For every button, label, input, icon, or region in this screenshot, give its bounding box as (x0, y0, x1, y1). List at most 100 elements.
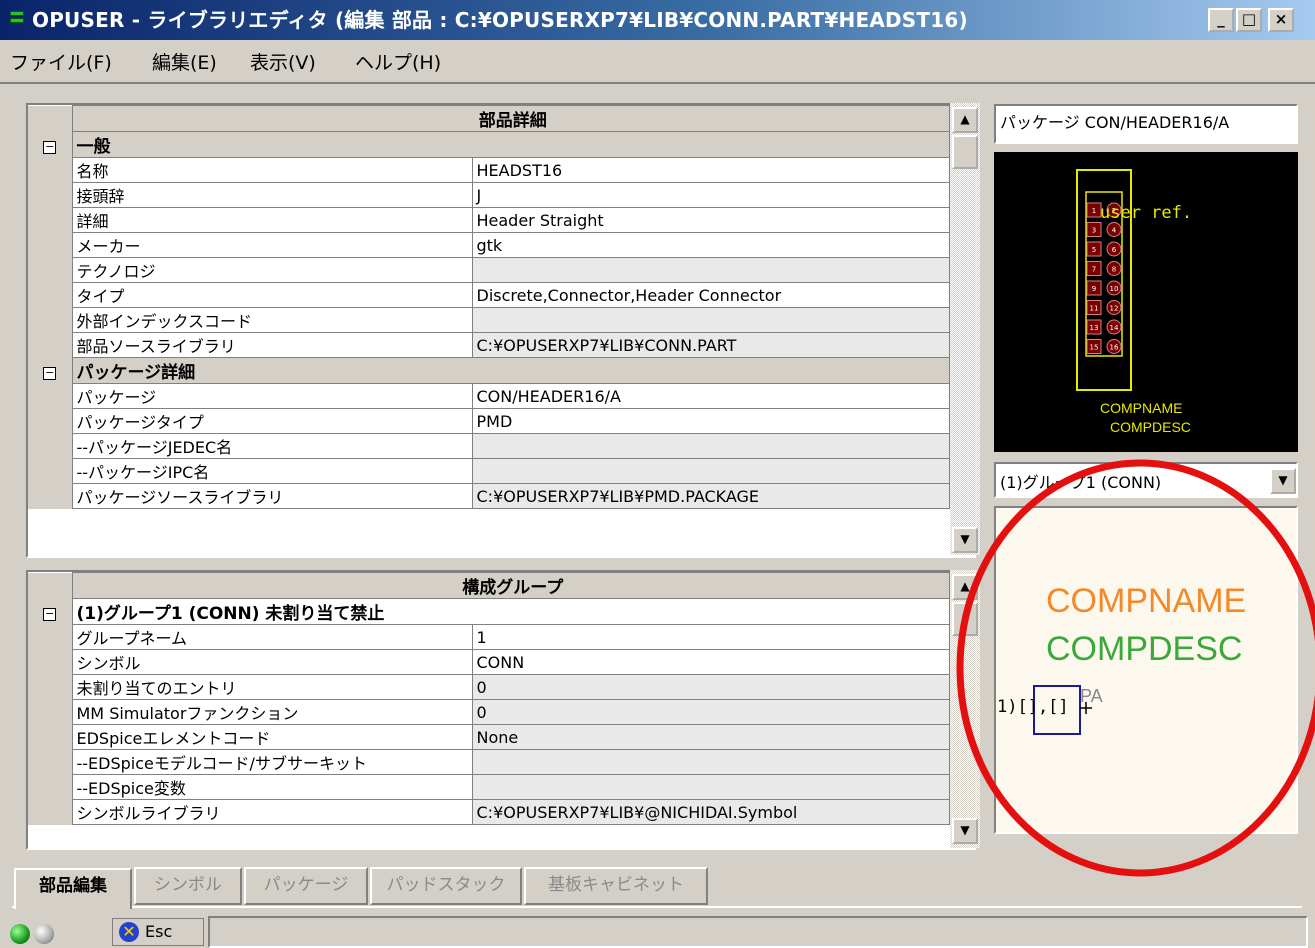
property-value[interactable]: CONN (471, 649, 950, 675)
property-value[interactable]: PMD (471, 408, 950, 434)
maximize-button[interactable]: □ (1236, 8, 1262, 32)
tab-package[interactable]: パッケージ (244, 867, 368, 905)
tab-symbol[interactable]: シンボル (134, 867, 242, 905)
collapse-general-icon[interactable]: − (43, 141, 57, 154)
property-row[interactable]: --パッケージIPC名 (28, 458, 950, 484)
menu-file[interactable]: ファイル(F) (10, 48, 112, 75)
footprint-compname: COMPNAME (1100, 400, 1182, 416)
property-name: 外部インデックスコード (71, 307, 473, 333)
property-row[interactable]: パッケージソースライブラリ C:¥OPUSERXP7¥LIB¥PMD.PACKAG… (28, 483, 950, 509)
menu-edit[interactable]: 編集(E) (152, 48, 217, 75)
property-row[interactable]: EDSpiceエレメントコード None (28, 724, 950, 750)
property-value[interactable] (471, 774, 950, 800)
property-value[interactable] (471, 433, 950, 459)
property-name: テクノロジ (71, 257, 473, 283)
property-row[interactable]: 部品ソースライブラリ C:¥OPUSERXP7¥LIB¥CONN.PART (28, 332, 950, 358)
pad-label: 13 (1090, 324, 1099, 332)
property-row[interactable]: メーカー gtk (28, 232, 950, 258)
property-row[interactable]: --EDSpiceモデルコード/サブサーキット (28, 749, 950, 775)
tab-padstack[interactable]: パッドスタック (370, 867, 522, 905)
property-value[interactable]: J (471, 182, 950, 208)
property-name: 詳細 (71, 207, 473, 233)
collapse-group-icon[interactable]: − (43, 608, 57, 621)
esc-label: Esc (145, 922, 173, 941)
scroll-thumb[interactable] (952, 135, 978, 169)
category-package: パッケージ詳細 (71, 357, 950, 384)
status-green-icon (10, 924, 30, 944)
property-name: MM Simulatorファンクション (71, 699, 473, 725)
property-row[interactable]: パッケージタイプ PMD (28, 408, 950, 434)
groups-grid: 構成グループ − (1)グループ1 (CONN) 未割り当て禁止 グループネーム… (28, 572, 950, 825)
menu-bar: ファイル(F) 編集(E) 表示(V) ヘルプ(H) (0, 40, 1315, 82)
property-value[interactable]: CON/HEADER16/A (471, 383, 950, 409)
pad-label: 9 (1092, 285, 1096, 293)
property-row[interactable]: パッケージ CON/HEADER16/A (28, 383, 950, 409)
group-row: (1)グループ1 (CONN) 未割り当て禁止 (71, 598, 950, 625)
property-name: --パッケージIPC名 (71, 458, 473, 484)
property-value[interactable]: 0 (471, 699, 950, 725)
property-name: --EDSpiceモデルコード/サブサーキット (71, 749, 473, 775)
tab-part-edit[interactable]: 部品編集 (14, 868, 132, 909)
esc-button[interactable]: ✕ Esc (112, 918, 204, 946)
pad-label: 16 (1110, 344, 1119, 352)
property-name: --パッケージJEDEC名 (71, 433, 473, 459)
property-value[interactable]: C:¥OPUSERXP7¥LIB¥PMD.PACKAGE (471, 483, 950, 509)
property-value[interactable] (471, 307, 950, 333)
part-details-panel: 部品詳細 − 一般 名称 HEADST16 接頭辞 J 詳細 Header Straigh… (26, 103, 976, 558)
menu-help[interactable]: ヘルプ(H) (355, 48, 441, 75)
pad-label: 1 (1092, 207, 1096, 215)
property-value[interactable] (471, 257, 950, 283)
property-value[interactable]: None (471, 724, 950, 750)
property-row[interactable]: シンボル CONN (28, 649, 950, 675)
property-row[interactable]: シンボルライブラリ C:¥OPUSERXP7¥LIB¥@NICHIDAI.Symb… (28, 799, 950, 825)
property-row[interactable]: 外部インデックスコード (28, 307, 950, 333)
property-row[interactable]: --EDSpice変数 (28, 774, 950, 800)
tab-board-cabinet[interactable]: 基板キャビネット (524, 867, 708, 905)
scroll-up-icon[interactable]: ▲ (952, 107, 978, 133)
title-bar[interactable]: OPUSER - ライブラリエディタ (編集 部品 : C:¥OPUSERXP7… (0, 0, 1315, 40)
property-row[interactable]: 未割り当てのエントリ 0 (28, 674, 950, 700)
collapse-package-icon[interactable]: − (43, 367, 57, 380)
footprint-compdesc: COMPDESC (1110, 419, 1191, 435)
property-value[interactable]: C:¥OPUSERXP7¥LIB¥@NICHIDAI.Symbol (471, 799, 950, 825)
status-bar: ✕ Esc (0, 912, 1315, 948)
pad-label: 11 (1090, 305, 1099, 313)
part-details-grid: 部品詳細 − 一般 名称 HEADST16 接頭辞 J 詳細 Header Straigh… (28, 105, 950, 509)
property-row[interactable]: MM Simulatorファンクション 0 (28, 699, 950, 725)
groups-header: 構成グループ (71, 572, 950, 599)
minimize-button[interactable]: _ (1208, 8, 1234, 32)
window-title: OPUSER - ライブラリエディタ (編集 部品 : C:¥OPUSERXP7… (32, 8, 968, 32)
property-name: EDSpiceエレメントコード (71, 724, 473, 750)
property-name: タイプ (71, 282, 473, 308)
app-icon (10, 11, 24, 31)
property-name: シンボルライブラリ (71, 799, 473, 825)
property-name: シンボル (71, 649, 473, 675)
menu-view[interactable]: 表示(V) (250, 48, 316, 75)
property-value[interactable]: Header Straight (471, 207, 950, 233)
property-value[interactable]: HEADST16 (471, 157, 950, 183)
property-value[interactable] (471, 458, 950, 484)
property-row[interactable]: --パッケージJEDEC名 (28, 433, 950, 459)
pad-label: 10 (1110, 285, 1119, 293)
property-row[interactable]: テクノロジ (28, 257, 950, 283)
tab-baseline (12, 906, 1302, 908)
pad-label: 4 (1112, 227, 1117, 235)
property-row[interactable]: 接頭辞 J (28, 182, 950, 208)
property-name: グループネーム (71, 624, 473, 650)
pad-label: 5 (1092, 246, 1096, 254)
property-value[interactable] (471, 749, 950, 775)
property-row[interactable]: 名称 HEADST16 (28, 157, 950, 183)
close-button[interactable]: × (1268, 8, 1294, 32)
property-value[interactable]: 1 (471, 624, 950, 650)
property-row[interactable]: タイプ Discrete,Connector,Header Connector (28, 282, 950, 308)
property-value[interactable]: gtk (471, 232, 950, 258)
property-row[interactable]: 詳細 Header Straight (28, 207, 950, 233)
status-gray-icon (34, 924, 54, 944)
property-value[interactable]: 0 (471, 674, 950, 700)
property-value[interactable]: Discrete,Connector,Header Connector (471, 282, 950, 308)
property-value[interactable]: C:¥OPUSERXP7¥LIB¥CONN.PART (471, 332, 950, 358)
property-name: --EDSpice変数 (71, 774, 473, 800)
property-row[interactable]: グループネーム 1 (28, 624, 950, 650)
pad-label: 7 (1092, 266, 1096, 274)
part-details-header: 部品詳細 (71, 105, 950, 132)
